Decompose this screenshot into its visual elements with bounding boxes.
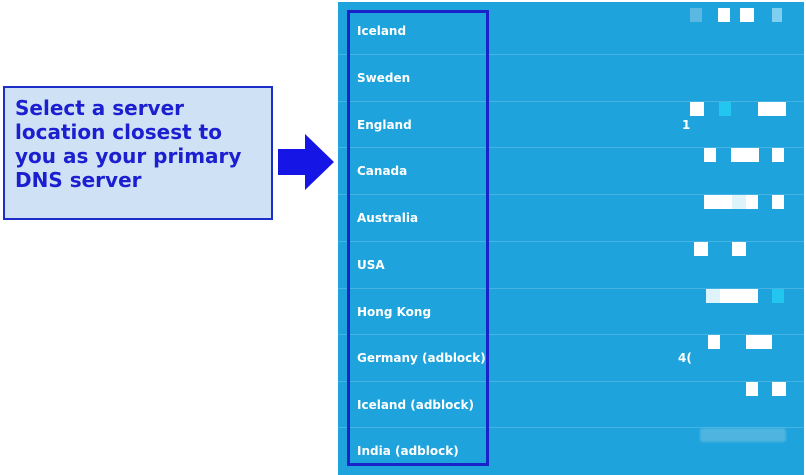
server-name: Iceland (adblock) — [357, 397, 474, 412]
redacted-ip — [772, 289, 784, 303]
redacted-ip — [740, 8, 754, 22]
redacted-ip — [700, 428, 786, 442]
redacted-ip — [772, 382, 786, 396]
callout-text: Select a server location closest to you … — [15, 96, 242, 192]
redacted-ip — [690, 335, 694, 349]
server-row-germany-adblock[interactable]: Germany (adblock) 4( — [338, 334, 804, 380]
server-name: Australia — [357, 210, 419, 225]
server-name: Germany (adblock) — [357, 350, 486, 365]
redacted-ip — [746, 335, 772, 349]
server-name: Hong Kong — [357, 304, 432, 319]
server-name: Sweden — [357, 70, 411, 85]
redacted-ip — [694, 242, 708, 256]
redacted-ip — [690, 102, 704, 116]
redacted-ip — [704, 195, 732, 209]
server-row-hong-kong[interactable]: Hong Kong — [338, 288, 804, 334]
redacted-ip — [690, 8, 702, 22]
redacted-ip — [708, 335, 720, 349]
server-row-australia[interactable]: Australia — [338, 194, 804, 240]
redacted-ip — [704, 148, 716, 162]
server-row-iceland-adblock[interactable]: Iceland (adblock) — [338, 381, 804, 427]
server-name: Iceland — [357, 24, 407, 38]
redacted-ip — [718, 8, 730, 22]
server-row-canada[interactable]: Canada — [338, 147, 804, 193]
redacted-ip — [732, 195, 746, 209]
server-row-england[interactable]: England 1 — [338, 101, 804, 147]
server-row-usa[interactable]: USA — [338, 241, 804, 287]
redacted-ip — [731, 148, 759, 162]
right-arrow-icon — [278, 134, 334, 190]
redacted-ip — [772, 148, 784, 162]
server-name: USA — [357, 257, 385, 272]
redacted-ip — [720, 289, 758, 303]
server-row-iceland[interactable]: Iceland — [338, 8, 804, 54]
server-row-india-adblock[interactable]: India (adblock) — [338, 427, 804, 473]
dns-server-list: Iceland Sweden England 1 Canada Australi… — [338, 2, 804, 475]
server-name: India (adblock) — [357, 443, 459, 458]
redacted-ip — [746, 195, 758, 209]
redacted-ip — [719, 102, 731, 116]
redacted-ip — [772, 8, 782, 22]
server-name: England — [357, 117, 412, 132]
redacted-ip — [746, 382, 758, 396]
server-row-sweden[interactable]: Sweden — [338, 54, 804, 100]
server-name: Canada — [357, 163, 408, 178]
redacted-ip — [732, 242, 746, 256]
ip-address-partial: 1 — [682, 117, 691, 132]
redacted-ip — [706, 289, 720, 303]
redacted-ip — [772, 195, 784, 209]
ip-address-partial: 4( — [678, 350, 692, 365]
redacted-ip — [758, 102, 786, 116]
instruction-callout: Select a server location closest to you … — [3, 86, 273, 220]
screenshot-canvas: Select a server location closest to you … — [0, 0, 806, 475]
